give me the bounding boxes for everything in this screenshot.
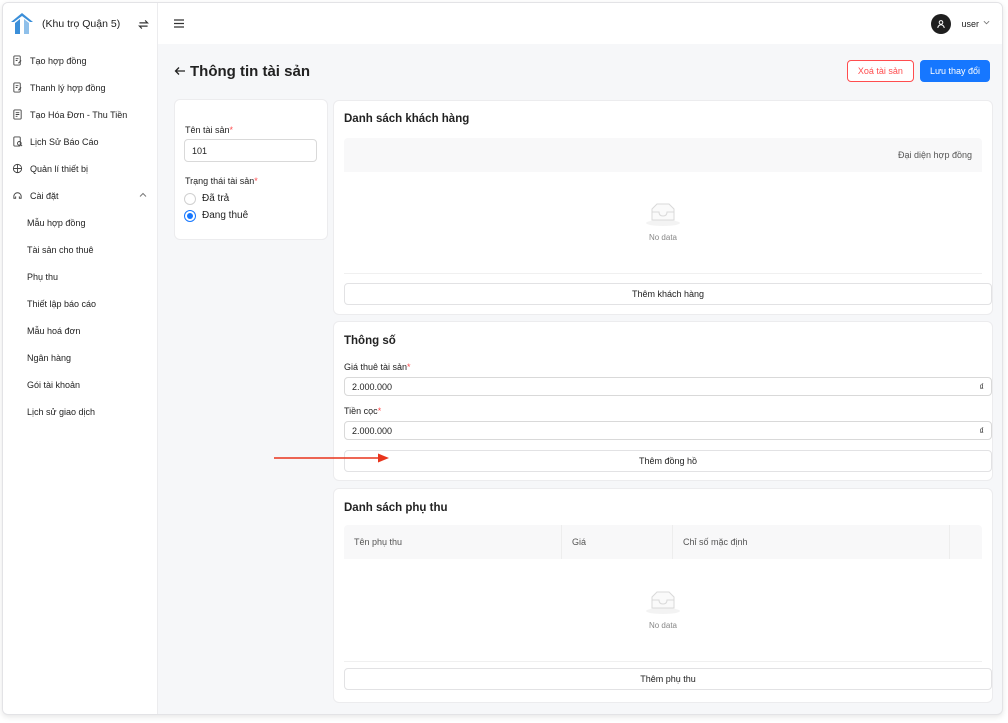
file-signature-icon [11, 82, 23, 94]
sidebar-item-label: Tạo Hóa Đơn - Thu Tiền [30, 109, 128, 120]
column-header-price: Giá [562, 525, 673, 559]
hamburger-menu-icon[interactable] [174, 17, 188, 31]
save-changes-button[interactable]: Lưu thay đổi [919, 60, 990, 82]
back-arrow-icon[interactable] [174, 64, 188, 78]
main-content: Thông tin tài sản Xoá tài sản Lưu thay đ… [158, 44, 1002, 714]
asset-info-card: Tên tài sản* 101 Trạng thái tài sản* Đã … [174, 99, 328, 240]
sidebar-subitem-contract-template[interactable]: Mẫu hợp đồng [3, 209, 157, 236]
column-header-actions [950, 525, 982, 559]
sidebar-subitem-surcharges[interactable]: Phụ thu [3, 263, 157, 290]
sidebar-item-terminate-contract[interactable]: Thanh lý hợp đồng [3, 74, 157, 101]
column-header-contract-representative: Đại diện hợp đồng [898, 150, 972, 160]
column-header-surcharge-name: Tên phụ thu [344, 525, 562, 559]
status-option-label: Đã trả [202, 193, 230, 204]
add-meter-button[interactable]: Thêm đồng hồ [344, 450, 992, 472]
specs-title: Thông số [344, 335, 396, 347]
sidebar-item-label: Lịch Sử Báo Cáo [30, 136, 99, 147]
column-header-default-index: Chỉ số mặc định [673, 525, 950, 559]
rent-price-label: Giá thuê tài sản* [344, 362, 411, 372]
no-data-text: No data [648, 620, 678, 630]
customer-list-card: Danh sách khách hàng Đại diện hợp đồng N… [333, 100, 993, 315]
sidebar-subitem-rental-assets[interactable]: Tài sản cho thuê [3, 236, 157, 263]
chevron-down-icon[interactable] [983, 19, 990, 28]
report-icon [11, 136, 23, 148]
add-surcharge-button[interactable]: Thêm phụ thu [344, 668, 992, 690]
customer-list-title: Danh sách khách hàng [344, 113, 470, 125]
deposit-label: Tiền cọc* [344, 406, 382, 416]
sidebar-item-settings[interactable]: Cài đặt [3, 182, 157, 209]
sidebar-subitem-report-setup[interactable]: Thiết lập báo cáo [3, 290, 157, 317]
user-avatar-icon[interactable] [931, 13, 952, 34]
top-bar: user [158, 3, 1002, 44]
device-icon [11, 163, 23, 175]
specs-card: Thông số Giá thuê tài sản* 2.000.000 ₫ T… [333, 321, 993, 481]
currency-suffix: ₫ [979, 425, 984, 436]
sidebar-item-label: Thanh lý hợp đồng [30, 82, 106, 93]
surcharge-list-card: Danh sách phụ thu Tên phụ thu Giá Chỉ số… [333, 488, 993, 703]
house-logo-icon [11, 13, 33, 34]
sidebar-item-device-management[interactable]: Quản lí thiết bị [3, 155, 157, 182]
radio-button-selected[interactable] [184, 209, 196, 222]
asset-name-input[interactable]: 101 [184, 139, 317, 162]
surcharge-table-header: Tên phụ thu Giá Chỉ số mặc định [344, 525, 982, 559]
radio-button[interactable] [184, 192, 196, 205]
delete-asset-button[interactable]: Xoá tài sản [846, 60, 914, 82]
sidebar-item-create-invoice[interactable]: Tạo Hóa Đơn - Thu Tiền [3, 101, 157, 128]
customer-table-empty: No data [344, 172, 982, 274]
user-name[interactable]: user [961, 19, 979, 29]
brand-header: (Khu trọ Quận 5) [3, 3, 157, 45]
rent-price-value: 2.000.000 [352, 381, 393, 392]
sidebar-item-report-history[interactable]: Lịch Sử Báo Cáo [3, 128, 157, 155]
deposit-input[interactable]: 2.000.000 ₫ [344, 421, 992, 440]
empty-inbox-icon [646, 591, 680, 614]
asset-status-label: Trạng thái tài sản* [185, 176, 258, 186]
brand-name: (Khu trọ Quận 5) [42, 18, 121, 30]
receipt-icon [11, 109, 23, 121]
page-header: Thông tin tài sản Xoá tài sản Lưu thay đ… [174, 60, 990, 82]
annotation-arrow-icon [274, 453, 389, 463]
no-data-text: No data [648, 233, 678, 242]
page-title: Thông tin tài sản [190, 62, 310, 80]
deposit-value: 2.000.000 [352, 425, 393, 436]
customer-table-header: Đại diện hợp đồng [344, 138, 982, 172]
settings-icon [11, 190, 23, 202]
sidebar-item-label: Quản lí thiết bị [30, 163, 89, 174]
rent-price-input[interactable]: 2.000.000 ₫ [344, 377, 992, 396]
asset-name-label: Tên tài sản* [185, 125, 234, 135]
sidebar-subitem-transaction-history[interactable]: Lịch sử giao dịch [3, 398, 157, 425]
sidebar: (Khu trọ Quận 5) Tạo hợp đồng Thanh lý h… [3, 3, 158, 714]
add-customer-button[interactable]: Thêm khách hàng [344, 283, 992, 305]
sidebar-item-label: Tạo hợp đồng [30, 55, 87, 66]
file-signature-icon [11, 55, 23, 67]
empty-inbox-icon [646, 203, 680, 226]
status-option-label: Đang thuê [202, 210, 249, 221]
status-radio-renting[interactable]: Đang thuê [184, 207, 248, 224]
surcharge-table-empty: No data [344, 559, 982, 662]
currency-suffix: ₫ [979, 381, 984, 392]
surcharge-list-title: Danh sách phụ thu [344, 502, 448, 514]
sidebar-subitem-account-plan[interactable]: Gói tài khoản [3, 371, 157, 398]
chevron-up-icon [139, 191, 147, 201]
swap-arrows-icon[interactable] [135, 16, 151, 32]
app-window: (Khu trọ Quận 5) Tạo hợp đồng Thanh lý h… [2, 2, 1003, 715]
sidebar-item-label: Cài đặt [30, 190, 59, 201]
sidebar-subitem-invoice-template[interactable]: Mẫu hoá đơn [3, 317, 157, 344]
sidebar-item-create-contract[interactable]: Tạo hợp đồng [3, 47, 157, 74]
status-radio-returned[interactable]: Đã trả [184, 190, 229, 207]
sidebar-subitem-bank[interactable]: Ngân hàng [3, 344, 157, 371]
sidebar-menu: Tạo hợp đồng Thanh lý hợp đồng Tạo Hóa Đ… [3, 45, 157, 425]
